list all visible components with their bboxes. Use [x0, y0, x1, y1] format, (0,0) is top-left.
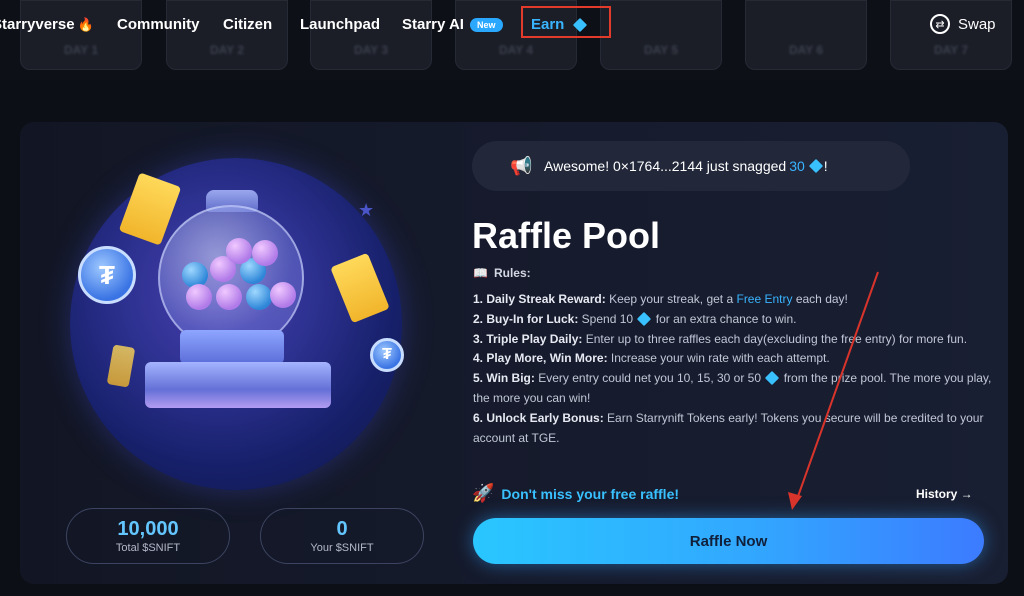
fire-icon: 🔥 [77, 16, 94, 32]
nav-citizen[interactable]: Citizen [223, 16, 272, 33]
rule-label: 3. Triple Play Daily: [473, 331, 583, 346]
rule-text: Every entry could net you 10, 15, 30 or … [534, 371, 765, 386]
rule-label: 6. Unlock Early Bonus: [473, 410, 604, 425]
rules-heading-label: Rules: [493, 266, 531, 280]
gumball [226, 238, 252, 264]
diamond-icon [765, 371, 780, 386]
ticker-suffix: ! [823, 158, 828, 174]
top-nav: DAY 1 DAY 2 DAY 3 DAY 4 DAY 5 DAY 6 DAY … [0, 0, 1024, 80]
rule-item: 1. Daily Streak Reward: Keep your streak… [473, 290, 993, 310]
nav-earn[interactable]: Earn [531, 16, 588, 33]
swap-label: Swap [958, 15, 996, 33]
your-snift-label: Your $SNIFT [310, 542, 374, 554]
rule-text: Spend 10 [578, 311, 637, 326]
day-label: DAY 6 [788, 43, 824, 57]
raffle-now-button[interactable]: Raffle Now [473, 518, 984, 564]
diamond-icon [808, 158, 823, 174]
rocket-icon: 🚀 [472, 483, 495, 503]
rule-label: 2. Buy-In for Luck: [473, 311, 579, 326]
diamond-icon [573, 17, 588, 32]
swap-icon: ⇄ [930, 14, 950, 34]
day-label: DAY 3 [353, 43, 389, 57]
day-card-3[interactable]: DAY 3 [310, 0, 432, 70]
swap-button[interactable]: ⇄ Swap [930, 14, 996, 34]
total-snift-label: Total $SNIFT [115, 542, 181, 554]
day-card-7[interactable]: DAY 7 [890, 0, 1012, 70]
day-label: DAY 7 [933, 43, 969, 57]
day-label: DAY 5 [643, 43, 679, 57]
day-label: DAY 4 [498, 43, 534, 57]
page-title: Raffle Pool [472, 215, 661, 256]
gumball-base [145, 362, 331, 408]
book-icon: 📖 [473, 266, 488, 280]
rule-item: 5. Win Big: Every entry could net you 10… [473, 369, 993, 409]
gumball-stand [180, 330, 284, 364]
nav-launchpad-label: Launchpad [300, 16, 381, 33]
nav-starryverse[interactable]: Starryverse 🔥 [0, 16, 94, 33]
win-ticker: 📢 Awesome! 0×1764...2144 just snagged 30… [472, 141, 910, 191]
day-label: DAY 2 [209, 43, 245, 57]
nav-community-label: Community [117, 16, 200, 33]
new-badge: New [469, 17, 503, 32]
rule-item: 2. Buy-In for Luck: Spend 10 for an extr… [473, 310, 993, 330]
ticker-amount: 30 [789, 158, 805, 174]
rule-text: each day! [792, 292, 848, 306]
total-snift-value: 10,000 [117, 518, 179, 540]
rule-item: 6. Unlock Early Bonus: Earn Starrynift T… [473, 409, 993, 449]
gumball [252, 240, 278, 266]
free-raffle-notice: 🚀 Don't miss your free raffle! [472, 483, 679, 504]
total-snift-stat: 10,000 Total $SNIFT [66, 508, 230, 564]
nav-earn-label: Earn [531, 16, 565, 33]
rule-item: 3. Triple Play Daily: Enter up to three … [473, 330, 993, 350]
rule-text: Enter up to three raffles each day(exclu… [582, 331, 968, 346]
ticker-text: Awesome! 0×1764...2144 just snagged [544, 158, 787, 174]
nav-starryverse-label: Starryverse [0, 16, 75, 33]
day-card-5[interactable]: DAY 5 [600, 0, 722, 70]
gumball [216, 284, 242, 310]
rules-list: 1. Daily Streak Reward: Keep your streak… [473, 290, 993, 448]
free-raffle-text: Don't miss your free raffle! [501, 485, 680, 502]
raffle-now-label: Raffle Now [689, 532, 768, 550]
rule-text: Keep your streak, get a [605, 292, 737, 306]
rules-heading: 📖 Rules: [473, 266, 531, 280]
nav-community[interactable]: Community [117, 16, 200, 33]
history-link[interactable]: History → [916, 487, 973, 501]
your-snift-stat: 0 Your $SNIFT [260, 508, 424, 564]
nav-starry-ai[interactable]: Starry AI New [402, 16, 503, 33]
day-label: DAY 1 [63, 43, 99, 57]
rule-label: 4. Play More, Win More: [473, 351, 608, 366]
rule-item: 4. Play More, Win More: Increase your wi… [473, 349, 993, 369]
free-entry-link: Free Entry [736, 292, 793, 306]
token-coin-icon: ₮ [370, 338, 404, 372]
day-card-1[interactable]: DAY 1 [20, 0, 142, 70]
day-card-2[interactable]: DAY 2 [166, 0, 288, 70]
day-card-6[interactable]: DAY 6 [745, 0, 867, 70]
rule-text: Increase your win rate with each attempt… [607, 351, 830, 366]
rule-label: 5. Win Big: [473, 371, 535, 386]
nav-launchpad[interactable]: Launchpad [300, 16, 380, 33]
nav-citizen-label: Citizen [223, 16, 273, 33]
your-snift-value: 0 [336, 518, 348, 540]
gumball [270, 282, 296, 308]
star-icon: ★ [358, 200, 375, 220]
nav-starry-ai-label: Starry AI [402, 16, 464, 33]
rule-text: for an extra chance to win. [652, 311, 797, 326]
megaphone-icon: 📢 [510, 155, 533, 176]
gumball [246, 284, 272, 310]
gumball [186, 284, 212, 310]
rule-label: 1. Daily Streak Reward: [473, 292, 606, 306]
diamond-icon [637, 311, 652, 326]
token-coin-icon: ₮ [78, 246, 136, 304]
